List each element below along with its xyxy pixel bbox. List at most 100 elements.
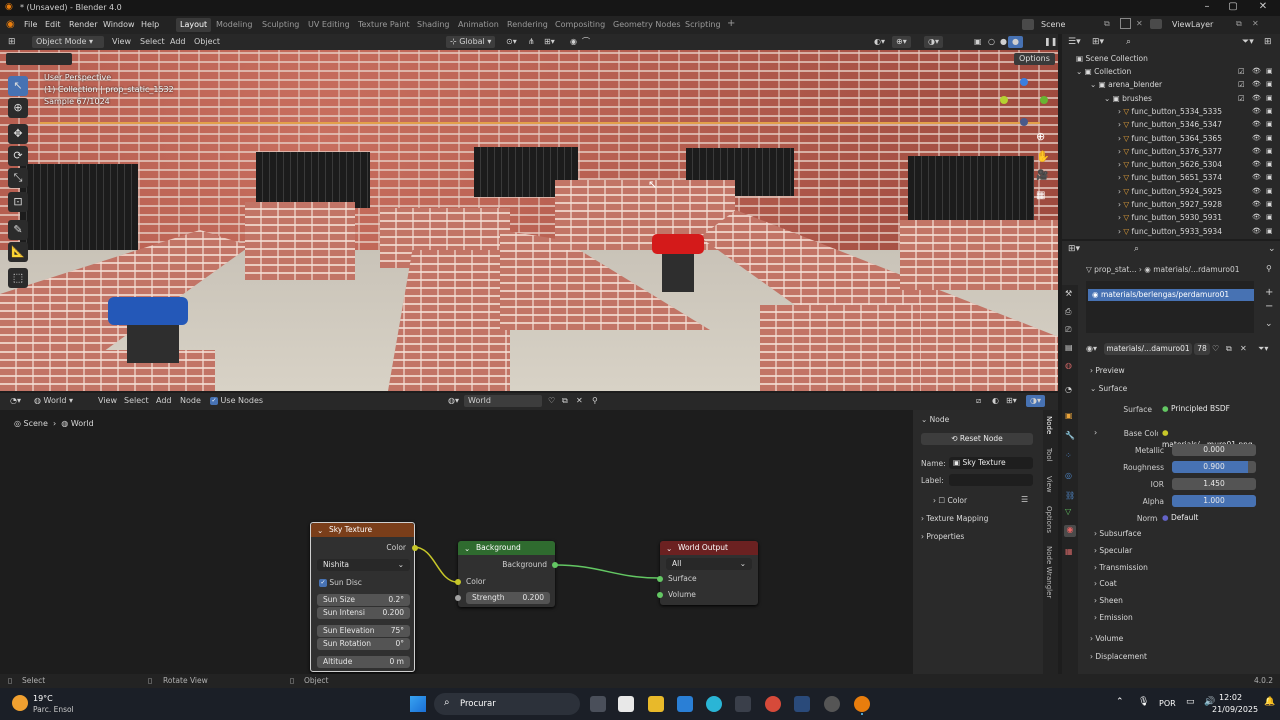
render-visibility-icon[interactable]: ▣ (1266, 132, 1273, 145)
node-menu-view[interactable]: View (94, 395, 121, 407)
render-visibility-icon[interactable]: ▣ (1266, 92, 1273, 105)
visibility-eye-icon[interactable]: 👁 (1252, 105, 1261, 118)
sky-texture-header[interactable]: Sky Texture (311, 523, 414, 537)
material-type-icon[interactable]: ⏷▾ (1258, 344, 1268, 354)
snap-icon[interactable]: ⋔ (524, 36, 539, 48)
ortho-grid-icon[interactable]: ▦ (1036, 190, 1045, 201)
properties-editor-icon[interactable]: ⊞▾ (1068, 244, 1080, 254)
tab-scripting[interactable]: Scripting (685, 20, 721, 29)
x-axis-icon[interactable] (1000, 96, 1008, 104)
background-header[interactable]: Background (458, 541, 555, 555)
unlink-world-icon[interactable]: ✕ (572, 395, 587, 407)
tab-node-wrangler[interactable]: Node Wrangler (1045, 546, 1053, 598)
outliner-row-object[interactable]: › ▽ func_button_5930_5931 👁 ▣ (1062, 211, 1280, 224)
list-icon[interactable]: ☰ (1021, 495, 1028, 504)
display-mode-icon[interactable]: ⊞▾ (1092, 37, 1104, 47)
scene-tab-icon[interactable]: ◍ (1065, 361, 1072, 370)
render-visibility-icon[interactable]: ▣ (1266, 225, 1273, 238)
backdrop-icon[interactable]: ◑▾ (1026, 395, 1045, 407)
subsection-2[interactable]: › Transmission (1094, 563, 1148, 572)
tab-view[interactable]: View (1045, 476, 1053, 493)
node-label-field[interactable] (949, 474, 1033, 486)
visibility-eye-icon[interactable]: 👁 (1252, 171, 1261, 184)
chrome-icon[interactable] (765, 696, 781, 712)
duplicate-world-icon[interactable]: ⧉ (558, 395, 572, 407)
alpha-field[interactable]: 1.000 (1172, 495, 1256, 507)
file-explorer-icon[interactable] (648, 696, 664, 712)
search-icon[interactable]: ⌕ (1134, 244, 1139, 254)
properties-section[interactable]: › Properties (921, 532, 964, 541)
material-users-count[interactable]: 78 (1194, 343, 1210, 355)
minimize-icon[interactable]: – (1200, 1, 1214, 15)
expand-icon[interactable]: ⌄ (1104, 94, 1113, 103)
menu-file[interactable]: File (24, 20, 37, 29)
search-icon[interactable]: ⌕ (1126, 37, 1131, 47)
volume-input-socket[interactable] (657, 592, 663, 598)
weather-icon[interactable] (12, 695, 28, 711)
view-layer-tab-icon[interactable]: ▤ (1065, 343, 1073, 352)
visibility-eye-icon[interactable]: 👁 (1252, 132, 1261, 145)
tab-modeling[interactable]: Modeling (216, 20, 252, 29)
pause-icon[interactable]: ❚❚ (1040, 36, 1061, 48)
annotate-tool-icon[interactable]: ✎ (8, 220, 28, 240)
strength-input-socket[interactable] (455, 595, 461, 601)
tab-compositing[interactable]: Compositing (555, 20, 605, 29)
notification-icon[interactable]: 🔔 (1264, 697, 1275, 707)
outliner-row-collection[interactable]: ⌄ ▣ Collection ☑ 👁 ▣ (1062, 65, 1280, 78)
constraints-tab-icon[interactable]: ⛓ (1065, 491, 1075, 500)
render-visibility-icon[interactable]: ▣ (1266, 145, 1273, 158)
pin-icon[interactable]: ⚲ (1266, 264, 1272, 273)
normal-field[interactable]: ● Default (1158, 512, 1256, 524)
material-slot-list[interactable]: ◉ materials/berlengas/perdamuro01 (1086, 281, 1254, 333)
sun-intensity-field[interactable]: Sun Intensi 0.200 (317, 607, 410, 619)
rotate-tool-icon[interactable]: ⟳ (8, 146, 28, 166)
selection-mode-buttons[interactable] (6, 53, 72, 65)
reset-node-button[interactable]: ⟲ Reset Node (921, 433, 1033, 445)
sun-disc-checkbox[interactable]: ✓ Sun Disc (319, 578, 362, 587)
app-icon[interactable] (735, 696, 751, 712)
move-tool-icon[interactable]: ✥ (8, 124, 28, 144)
node-menu-add[interactable]: Add (152, 395, 176, 407)
viewport-menu-view[interactable]: View (108, 36, 135, 48)
options-dropdown[interactable]: Options (1014, 53, 1055, 65)
outliner-row-object[interactable]: › ▽ func_button_5927_5928 👁 ▣ (1062, 198, 1280, 211)
texture-tab-icon[interactable]: ▦ (1065, 547, 1073, 556)
shader-type-select[interactable]: ◍ World ▾ (30, 395, 77, 407)
neg-z-axis-icon[interactable] (1020, 118, 1028, 126)
roughness-field[interactable]: 0.900 (1172, 461, 1256, 473)
exclude-checkbox-icon[interactable]: ☑ (1238, 65, 1245, 78)
node-editor-type-icon[interactable]: ◔▾ (6, 395, 25, 407)
material-browse-icon[interactable]: ◉▾ (1086, 344, 1097, 353)
material-name-field[interactable]: materials/...damuro01 (1104, 343, 1192, 355)
node-name-field[interactable]: ▣ Sky Texture (949, 457, 1033, 469)
color-subsection[interactable]: › ☐ Color (933, 496, 967, 505)
new-scene-icon[interactable] (1120, 18, 1131, 29)
surface-shader-field[interactable]: ● Principled BSDF (1158, 403, 1256, 415)
select-tool-icon[interactable]: ↖ (8, 76, 28, 96)
add-cube-tool-icon[interactable]: ⬚ (8, 268, 28, 288)
viewport-menu-object[interactable]: Object (190, 36, 224, 48)
outliner-row-collection[interactable]: ⌄ ▣ arena_blender ☑ 👁 ▣ (1062, 78, 1280, 91)
weather-temp[interactable]: 19°C (33, 694, 53, 703)
taskbar-search-box[interactable]: ⌕ Procurar (434, 693, 580, 715)
render-visibility-icon[interactable]: ▣ (1266, 171, 1273, 184)
subsection-1[interactable]: › Specular (1094, 546, 1132, 555)
task-view-icon[interactable] (590, 696, 606, 712)
editor-type-icon[interactable]: ⊞ (8, 37, 16, 47)
surface-section[interactable]: ⌄ Surface (1090, 384, 1127, 393)
world-tab-icon[interactable]: ◔ (1065, 385, 1072, 394)
windows-start-icon[interactable] (410, 696, 426, 712)
edge-icon[interactable] (706, 696, 722, 712)
navigation-gizmo[interactable] (1000, 78, 1050, 128)
visibility-eye-icon[interactable]: 👁 (1252, 198, 1261, 211)
render-visibility-icon[interactable]: ▣ (1266, 105, 1273, 118)
render-visibility-icon[interactable]: ▣ (1266, 118, 1273, 131)
expand-icon[interactable]: ⌄ (1090, 80, 1099, 89)
world-output-node[interactable]: World Output ⌄ All ⌄ Surface Volume (657, 541, 758, 605)
subsection-4[interactable]: › Sheen (1094, 596, 1123, 605)
filter-icon[interactable]: ⏷▾ (1242, 37, 1254, 47)
background-node[interactable]: Background ⌄ Background Color Strength 0.… (455, 541, 558, 607)
target-dropdown[interactable]: All ⌄ (666, 558, 752, 570)
tab-tool[interactable]: Tool (1045, 448, 1053, 462)
outliner-row-object[interactable]: › ▽ func_button_5626_5304 👁 ▣ (1062, 158, 1280, 171)
